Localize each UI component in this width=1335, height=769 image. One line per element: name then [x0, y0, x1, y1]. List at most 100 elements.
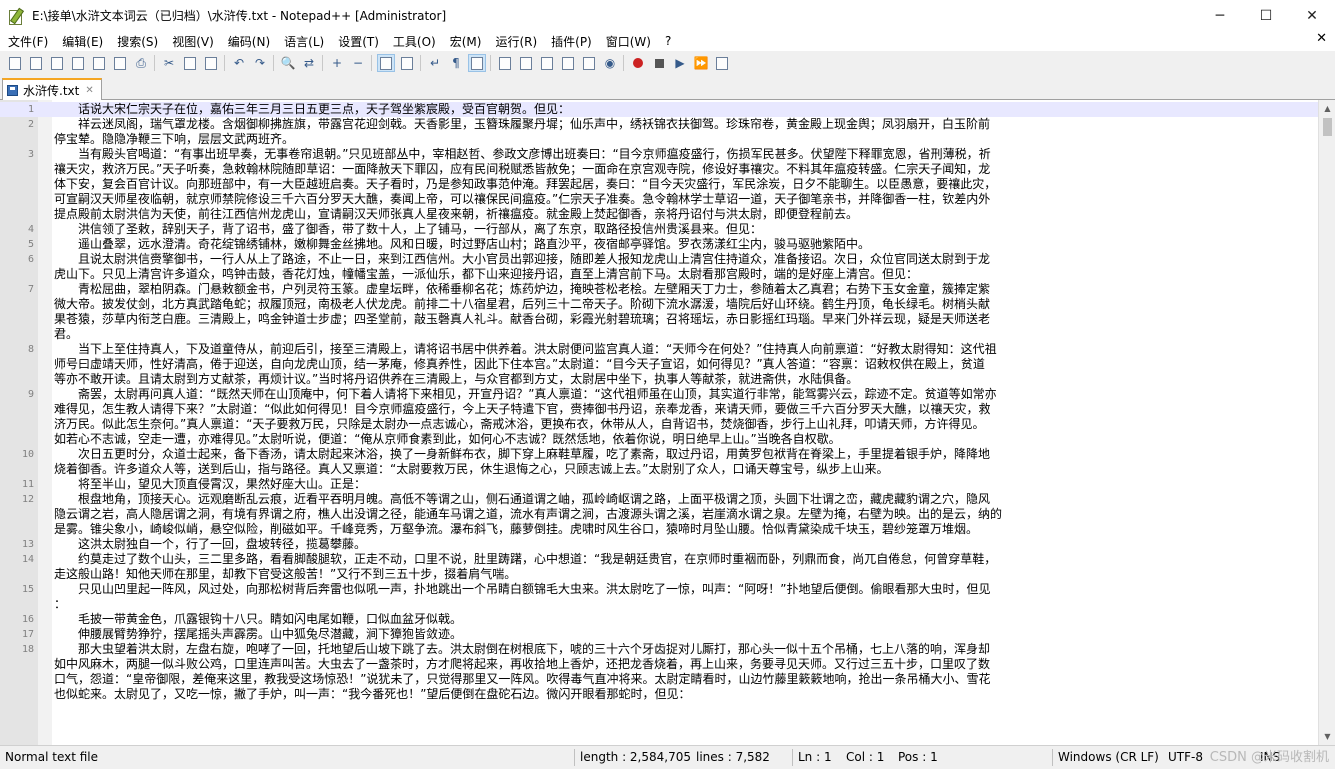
editor-line[interactable]: ：	[0, 597, 1318, 612]
menu-item-8[interactable]: 宏(M)	[442, 33, 488, 50]
editor-line[interactable]: 烧着御香。许多道众人等，送到后山，指与路径。真人又禀道：“太尉要救万民，休生退悔…	[0, 462, 1318, 477]
menu-item-0[interactable]: 文件(F)	[0, 33, 54, 50]
editor-line[interactable]: 果苍猿，莎草内衔芝白鹿。三清殿上，鸣金钟道士步虚；四圣堂前，敲玉磬真人礼斗。献香…	[0, 312, 1318, 327]
editor-line[interactable]: 7 青松屈曲，翠柏阴森。门悬敕额金书，户列灵符玉篆。虚皇坛畔，依稀垂柳名花；炼药…	[0, 282, 1318, 297]
tab-close-button[interactable]: ✕	[85, 85, 93, 96]
editor-line[interactable]: 是雾。锥尖象小，崎峻似峭，悬空似险，削磁如平。千峰竞秀，万壑争流。瀑布斜飞，藤萝…	[0, 522, 1318, 537]
replace-icon[interactable]: ⇄	[301, 55, 317, 71]
close-window-button[interactable]: ✕	[1289, 0, 1335, 31]
editor-line[interactable]: 口气，怨道：“皇帝御限，差俺来这里，教我受这场惊恐！”说犹未了，只觉得那里又一阵…	[0, 672, 1318, 687]
zoom-in-icon[interactable]: +	[329, 55, 345, 71]
editor-line[interactable]: 18 那大虫望着洪太尉，左盘右旋，咆哮了一回，托地望后山坡下跳了去。洪太尉倒在树…	[0, 642, 1318, 657]
editor-line[interactable]: 也似蛇来。太尉见了，又吃一惊，撇了手炉，叫一声：“我今番死也！”望后便倒在盘砣石…	[0, 687, 1318, 702]
menu-item-1[interactable]: 编辑(E)	[54, 33, 109, 50]
word-wrap-icon[interactable]: ↵	[427, 55, 443, 71]
text-editor[interactable]: 1 话说大宋仁宗天子在位，嘉佑三年三月三日五更三点，天子驾坐紫宸殿，受百官朝贺。…	[0, 100, 1335, 745]
editor-line[interactable]: 14 约莫走过了数个山头，三二里多路，看看脚酸腿软，正走不动，口里不说，肚里踌躇…	[0, 552, 1318, 567]
stop-macro-icon[interactable]	[651, 55, 667, 71]
menu-item-4[interactable]: 编码(N)	[220, 33, 276, 50]
menu-item-11[interactable]: 窗口(W)	[598, 33, 657, 50]
folder-workspace-icon[interactable]	[560, 55, 576, 71]
editor-line[interactable]: 17 伸腰展臂势狰狞，摆尾摇头声霹雳。山中狐兔尽潜藏，涧下獐狍皆敛迹。	[0, 627, 1318, 642]
editor-line[interactable]: 君。	[0, 327, 1318, 342]
cut-icon[interactable]: ✂	[161, 55, 177, 71]
open-file-icon[interactable]	[28, 55, 44, 71]
menu-item-9[interactable]: 运行(R)	[487, 33, 543, 50]
status-eol-format: Windows (CR LF)	[1058, 750, 1159, 764]
paste-icon[interactable]	[203, 55, 219, 71]
editor-line[interactable]: 9 斋罢，太尉再问真人道：“既然天师在山顶庵中，何下着人请将下来相见，开宣丹诏？…	[0, 387, 1318, 402]
function-list-icon[interactable]	[539, 55, 555, 71]
save-icon[interactable]	[49, 55, 65, 71]
editor-line[interactable]: 8 当下上至住持真人，下及道童侍从，前迎后引，接至三清殿上，请将诏书居中供养着。…	[0, 342, 1318, 357]
play-macro-icon[interactable]: ▶	[672, 55, 688, 71]
sync-horizontal-icon[interactable]	[399, 55, 415, 71]
copy-icon[interactable]	[182, 55, 198, 71]
record-macro-icon[interactable]	[630, 55, 646, 71]
editor-line[interactable]: 等亦不敢开读。且请太尉到方丈献茶，再烦计议。”当时将丹诏供养在三清殿上，与众官都…	[0, 372, 1318, 387]
editor-line[interactable]: 隐云谓之岩，高人隐居谓之洞，有境有界谓之府，樵人出没谓之径，能通车马谓之道，流水…	[0, 507, 1318, 522]
close-document-button[interactable]: ✕	[1316, 31, 1327, 46]
save-all-icon[interactable]	[70, 55, 86, 71]
editor-line[interactable]: 15 只见山凹里起一阵风，风过处，向那松树背后奔雷也似吼一声，扑地跳出一个吊睛白…	[0, 582, 1318, 597]
menu-item-7[interactable]: 工具(O)	[385, 33, 442, 50]
udl-icon[interactable]	[497, 55, 513, 71]
scroll-up-icon[interactable]: ▲	[1319, 100, 1335, 117]
editor-line[interactable]: 2 祥云迷凤阁，瑞气罩龙楼。含烟御柳拂旌旗，带露宫花迎剑戟。天香影里，玉簪珠履聚…	[0, 117, 1318, 132]
editor-line[interactable]: 济万民。似此怎生奈何。”真人禀道：“天子要救万民，只除是太尉办一点志诚心，斋戒沐…	[0, 417, 1318, 432]
editor-line[interactable]: 停宝辇。隐隐净鞭三下响，层层文武两班齐。	[0, 132, 1318, 147]
editor-line[interactable]: 禳天灾，救济万民。”天子听奏，急敕翰林院随即草诏：一面降赦天下罪囚，应有民间税赋…	[0, 162, 1318, 177]
close-all-icon[interactable]	[112, 55, 128, 71]
menu-item-6[interactable]: 设置(T)	[330, 33, 385, 50]
editor-line[interactable]: 3 当有殿头官喝道：“有事出班早奏，无事卷帘退朝。”只见班部丛中，宰相赵哲、参政…	[0, 147, 1318, 162]
editor-line[interactable]: 走这般山路！知他天师在那里，却教下官受这般苦！”又行不到三五十步，掇着肩气喘。	[0, 567, 1318, 582]
maximize-button[interactable]: ☐	[1243, 0, 1289, 31]
show-all-chars-icon[interactable]: ¶	[448, 55, 464, 71]
new-file-icon[interactable]	[7, 55, 23, 71]
menu-item-10[interactable]: 插件(P)	[543, 33, 598, 50]
editor-line[interactable]: 4 洪信领了圣敕，辞别天子，背了诏书，盛了御香，带了数十人，上了铺马，一行部从，…	[0, 222, 1318, 237]
tab-document[interactable]: 水浒传.txt ✕	[2, 78, 102, 100]
editor-line[interactable]: 如若心不志诚，空走一遭，亦难得见。”太尉听说，便道：“俺从京师食素到此，如何心不…	[0, 432, 1318, 447]
run-macro-multiple-icon[interactable]: ⏩	[693, 55, 709, 71]
editor-line[interactable]: 虎山下。只见上清宫许多道众，鸣钟击鼓，香花灯烛，幢幡宝盖，一派仙乐，都下山来迎接…	[0, 267, 1318, 282]
editor-line[interactable]: 可宣嗣汉天师星夜临朝，就京师禁院修设三千六百分罗天大醮，奏闻上帝，可以禳保民间瘟…	[0, 192, 1318, 207]
editor-line[interactable]: 12 根盘地角，顶接天心。远观磨断乱云痕，近看平吞明月魄。高低不等谓之山，侧石通…	[0, 492, 1318, 507]
doc-map-icon[interactable]	[518, 55, 534, 71]
doc-list-icon[interactable]	[581, 55, 597, 71]
indent-guide-icon[interactable]	[468, 54, 486, 72]
editor-line[interactable]: 提点殿前太尉洪信为天使，前往江西信州龙虎山，宣请嗣汉天师张真人星夜来朝，祈禳瘟疫…	[0, 207, 1318, 222]
redo-icon[interactable]: ↷	[252, 55, 268, 71]
editor-line[interactable]: 11 将至半山，望见大顶直侵霄汉，果然好座大山。正是：	[0, 477, 1318, 492]
editor-line[interactable]: 1 话说大宋仁宗天子在位，嘉佑三年三月三日五更三点，天子驾坐紫宸殿，受百官朝贺。…	[0, 102, 1318, 117]
vertical-scrollbar[interactable]: ▲ ▼	[1318, 100, 1335, 745]
line-text: 微大帝。披发仗剑，北方真武踏龟蛇；叔履顶冠，南极老人伏龙虎。前排二十八宿星君，后…	[54, 297, 991, 311]
close-icon[interactable]	[91, 55, 107, 71]
undo-icon[interactable]: ↶	[231, 55, 247, 71]
scrollbar-thumb[interactable]	[1323, 118, 1332, 136]
find-icon[interactable]: 🔍	[280, 55, 296, 71]
sync-vertical-icon[interactable]	[377, 54, 395, 72]
editor-line[interactable]: 如中风麻木，两腿一似斗败公鸡，口里连声叫苦。大虫去了一盏茶时，方才爬将起来，再收…	[0, 657, 1318, 672]
editor-line[interactable]: 6 且说太尉洪信赍擎御书，一行人从上了路途，不止一日，来到江西信州。大小官员出郭…	[0, 252, 1318, 267]
minimize-button[interactable]: ─	[1197, 0, 1243, 31]
line-text: 那大虫望着洪太尉，左盘右旋，咆哮了一回，托地望后山坡下跳了去。洪太尉倒在树根底下…	[54, 642, 991, 656]
menu-item-5[interactable]: 语言(L)	[276, 33, 330, 50]
menu-item-3[interactable]: 视图(V)	[164, 33, 220, 50]
editor-line[interactable]: 10 次日五更时分，众道士起来，备下香汤，请太尉起来沐浴，换了一身新鲜布衣，脚下…	[0, 447, 1318, 462]
editor-line[interactable]: 16 毛披一带黄金色，爪露银钩十八只。睛如闪电尾如鞭，口似血盆牙似戟。	[0, 612, 1318, 627]
editor-line[interactable]: 体下安，复会百官计议。向那班部中，有一大臣越班启奏。天子看时，乃是参知政事范仲淹…	[0, 177, 1318, 192]
editor-line[interactable]: 难得见，怎生教人请得下来？”太尉道：“似此如何得见！目今京师瘟疫盛行，今上天子特…	[0, 402, 1318, 417]
window-title: E:\接单\水浒文本词云（已归档）\水浒传.txt - Notepad++ [A…	[32, 9, 447, 23]
editor-line[interactable]: 师号曰虚靖天师，性好清高，倦于迎送，自向龙虎山顶，结一茅庵，修真养性，因此下住本…	[0, 357, 1318, 372]
zoom-out-icon[interactable]: −	[350, 55, 366, 71]
monitoring-icon[interactable]: ◉	[602, 55, 618, 71]
editor-line[interactable]: 微大帝。披发仗剑，北方真武踏龟蛇；叔履顶冠，南极老人伏龙虎。前排二十八宿星君，后…	[0, 297, 1318, 312]
print-icon[interactable]: ⎙	[133, 55, 149, 71]
editor-line[interactable]: 13 这洪太尉独自一个，行了一回，盘坡转径，揽葛攀藤。	[0, 537, 1318, 552]
editor-line[interactable]: 5 遥山叠翠，远水澄清。奇花绽锦绣铺林，嫩柳舞金丝拂地。风和日暖，时过野店山村；…	[0, 237, 1318, 252]
save-macro-icon[interactable]	[714, 55, 730, 71]
menu-item-12[interactable]: ?	[657, 34, 677, 48]
menu-item-2[interactable]: 搜索(S)	[109, 33, 164, 50]
scroll-down-icon[interactable]: ▼	[1319, 728, 1335, 745]
